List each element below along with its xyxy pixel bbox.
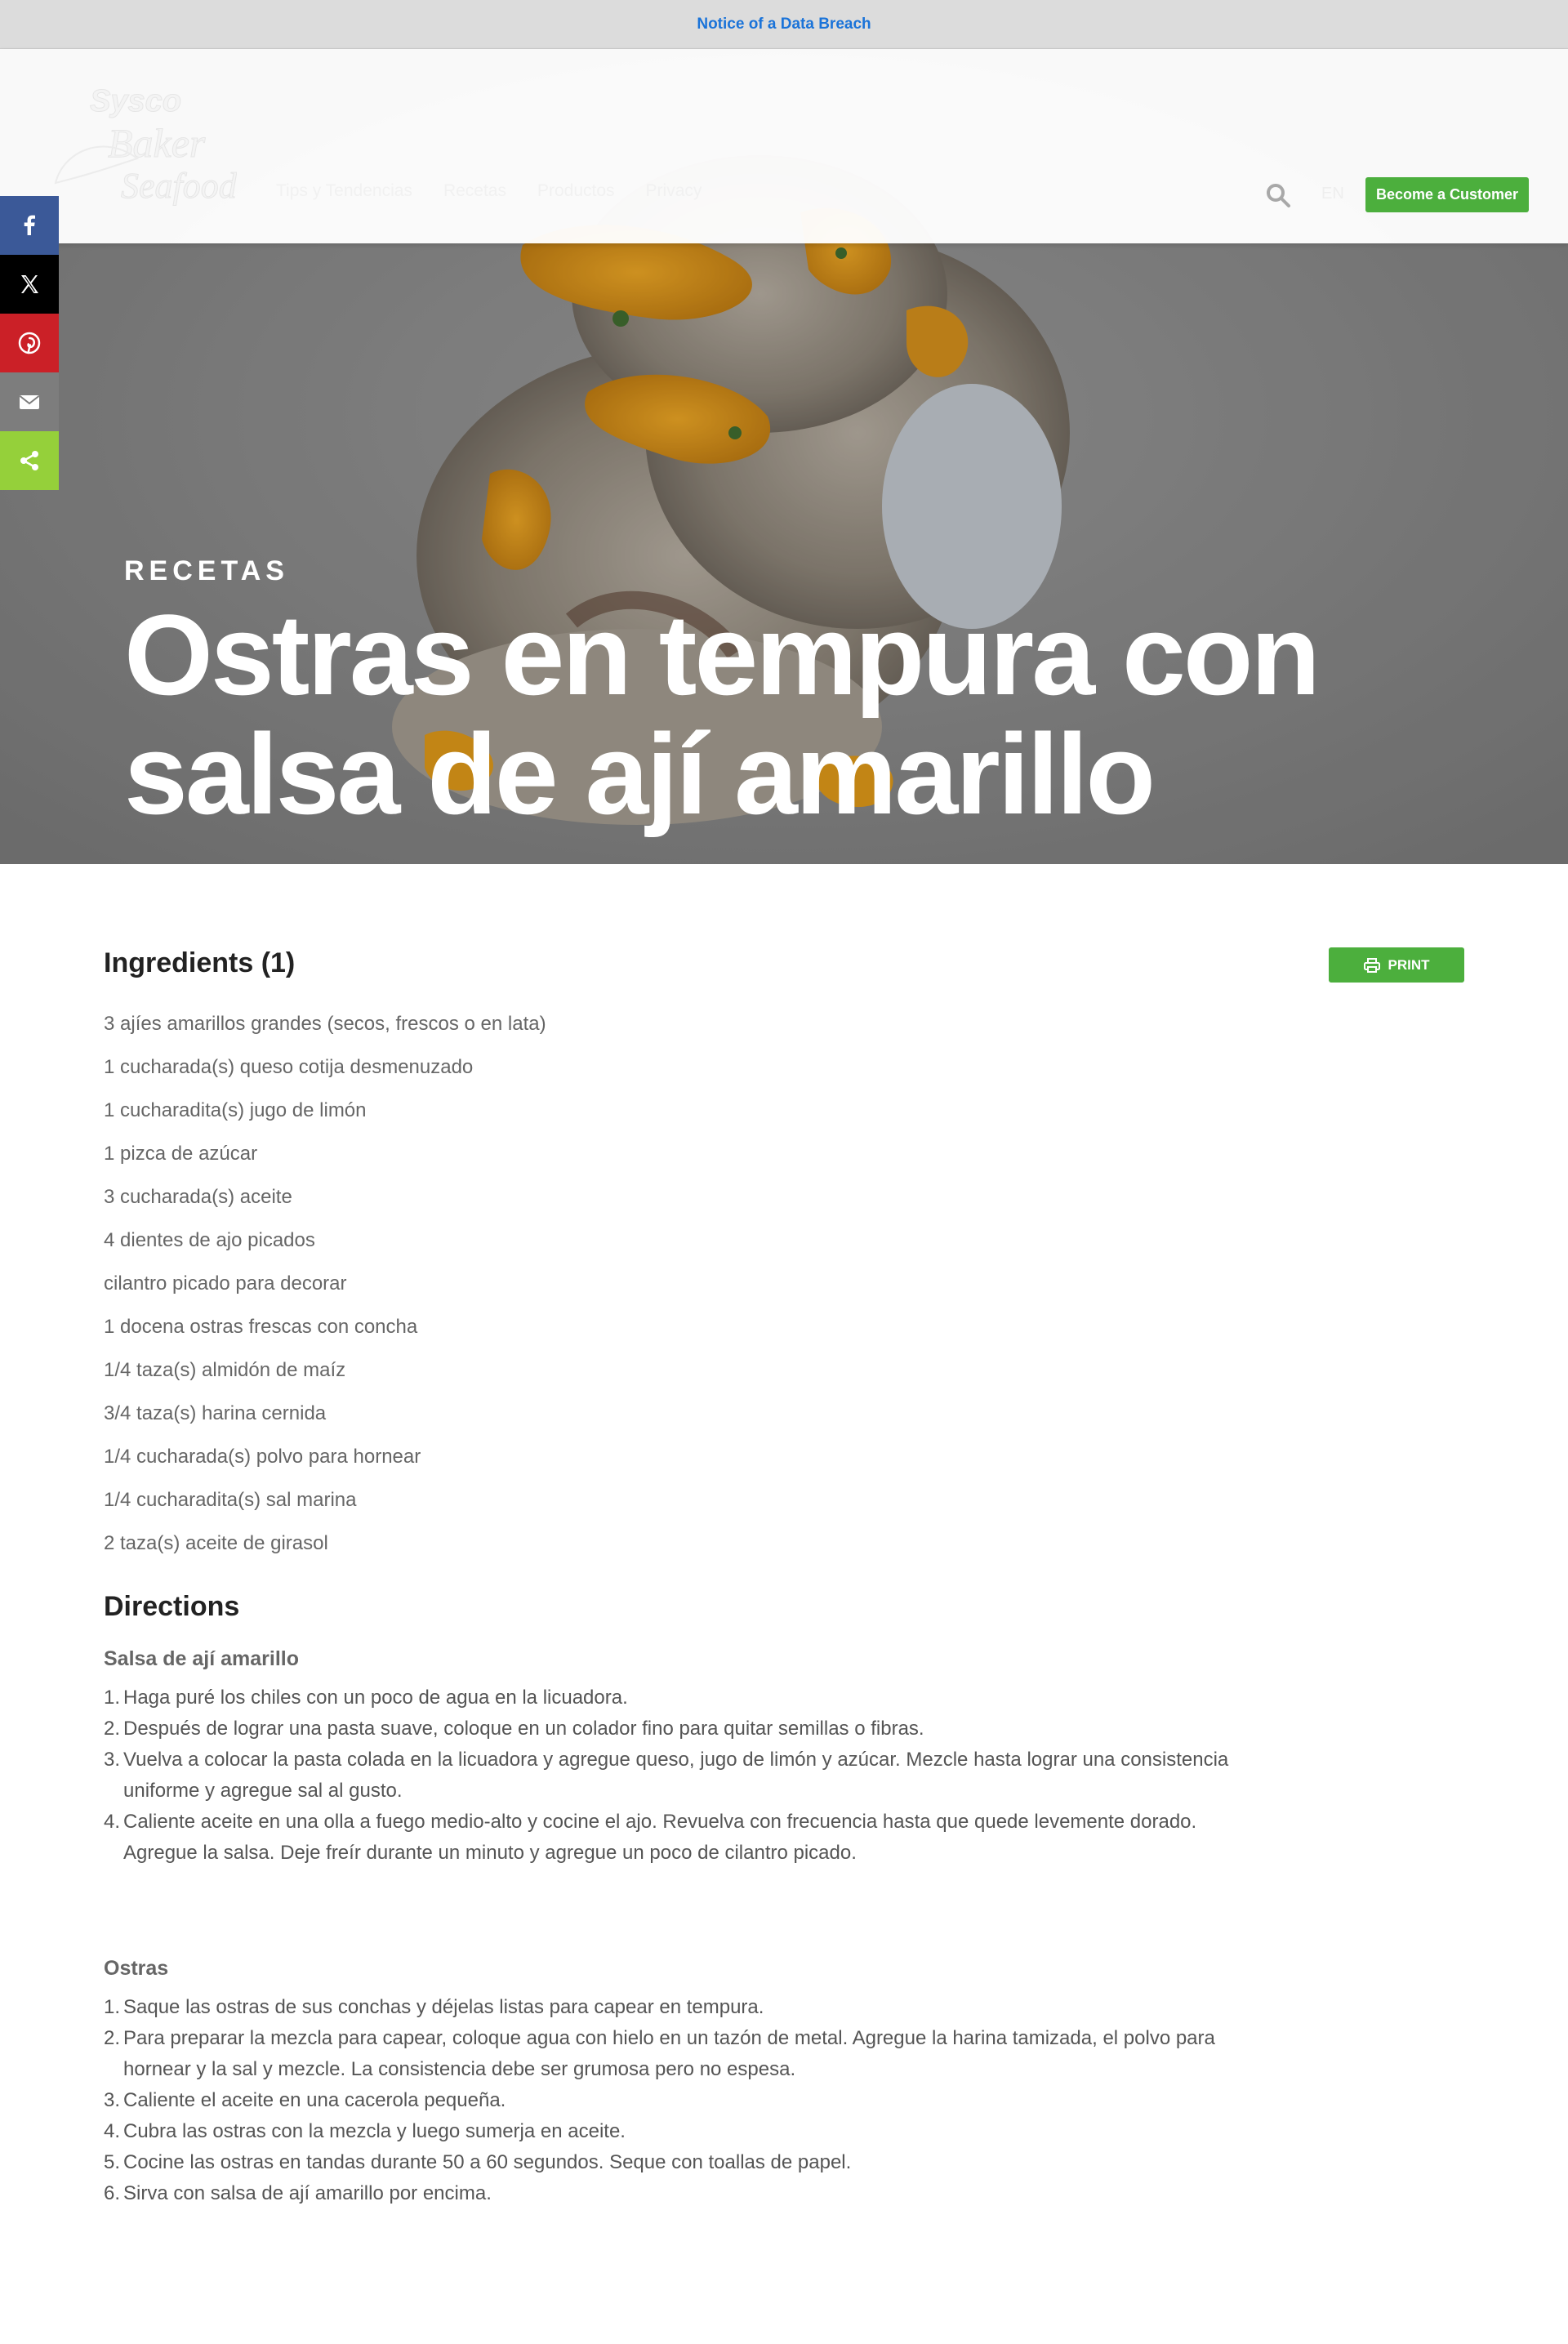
- page-title: Ostras en tempura con salsa de ají amari…: [124, 590, 1321, 838]
- data-breach-notice-bar: Notice of a Data Breach: [0, 0, 1568, 49]
- step-text: Sirva con salsa de ají amarillo por enci…: [123, 2182, 492, 2204]
- step-text: Cubra las ostras con la mezcla y luego s…: [123, 2120, 626, 2142]
- ingredient-item: cilantro picado para decorar: [104, 1272, 347, 1295]
- data-breach-notice-link[interactable]: Notice of a Data Breach: [697, 16, 871, 33]
- step-text: Para preparar la mezcla para capear, col…: [123, 2027, 1215, 2080]
- ingredient-item: 3 cucharada(s) aceite: [104, 1186, 292, 1208]
- hero-text-block: RECETAS Ostras en tempura con salsa de a…: [124, 555, 1472, 834]
- sysco-baker-seafood-logo[interactable]: Sysco Baker Seafood: [47, 85, 237, 207]
- email-share-button[interactable]: [0, 372, 59, 431]
- ingredient-item: 1 pizca de azúcar: [104, 1143, 258, 1165]
- step-item: 3. Caliente el aceite en una cacerola peq…: [104, 2085, 1239, 2116]
- x-share-button[interactable]: [0, 255, 59, 314]
- print-button[interactable]: PRINT: [1329, 947, 1464, 983]
- nav-item-tips[interactable]: Tips y Tendencias: [276, 181, 412, 201]
- print-label: PRINT: [1388, 956, 1430, 973]
- ingredient-item: 1 docena ostras frescas con concha: [104, 1316, 418, 1338]
- email-icon: [19, 395, 40, 409]
- step-text: Después de lograr una pasta suave, coloq…: [123, 1718, 924, 1740]
- section-title-ostras: Ostras: [104, 1957, 169, 1980]
- ingredient-item: 1 cucharada(s) queso cotija desmenuzado: [104, 1056, 474, 1078]
- nav-item-recetas[interactable]: Recetas: [443, 181, 506, 201]
- facebook-share-button[interactable]: [0, 196, 59, 255]
- ingredient-item: 1/4 taza(s) almidón de maíz: [104, 1359, 346, 1381]
- search-icon[interactable]: [1264, 181, 1292, 209]
- ingredient-list: 3 ajíes amarillos grandes (secos, fresco…: [104, 1002, 1492, 1565]
- language-toggle[interactable]: EN: [1321, 185, 1344, 203]
- step-text: Caliente aceite en una olla a fuego medi…: [123, 1811, 1197, 1864]
- share-icon: [20, 451, 38, 470]
- step-item: 5. Cocine las ostras en tandas durante 50…: [104, 2147, 1239, 2178]
- step-text: Haga puré los chiles con un poco de agua…: [123, 1687, 628, 1709]
- step-item: 4. Caliente aceite en una olla a fuego me…: [104, 1807, 1239, 1869]
- step-item: 2. Después de lograr una pasta suave, col…: [104, 1713, 1239, 1745]
- step-text: Saque las ostras de sus conchas y déjela…: [123, 1996, 764, 2018]
- ostras-steps: 1. Saque las ostras de sus conchas y déje…: [104, 1992, 1239, 2209]
- become-customer-button[interactable]: Become a Customer: [1365, 177, 1529, 212]
- ingredient-item: 3/4 taza(s) harina cernida: [104, 1402, 327, 1424]
- step-text: Cocine las ostras en tandas durante 50 a…: [123, 2151, 852, 2173]
- pinterest-icon: [18, 332, 41, 354]
- section-title-salsa: Salsa de ají amarillo: [104, 1647, 300, 1670]
- logo-text-sysco: Sysco: [90, 85, 181, 118]
- site-header: Sysco Baker Seafood Tips y Tendencias Re…: [0, 49, 1568, 243]
- social-share-rail: [0, 196, 59, 490]
- logo-text-seafood: Seafood: [121, 166, 237, 206]
- more-share-button[interactable]: [0, 431, 59, 490]
- hero-category[interactable]: RECETAS: [124, 555, 1472, 587]
- salsa-steps: 1. Haga puré los chiles con un poco de ag…: [104, 1682, 1239, 1869]
- facebook-icon: [24, 215, 35, 235]
- printer-icon: [1363, 957, 1380, 973]
- logo-text-baker: Baker: [108, 120, 206, 166]
- ingredient-item: 3 ajíes amarillos grandes (secos, fresco…: [104, 1013, 546, 1035]
- step-item: 3. Vuelva a colocar la pasta colada en la…: [104, 1745, 1239, 1807]
- step-item: 2. Para preparar la mezcla para capear, c…: [104, 2023, 1239, 2085]
- step-text: Vuelva a colocar la pasta colada en la l…: [123, 1749, 1229, 1802]
- step-item: 6. Sirva con salsa de ají amarillo por en…: [104, 2178, 1239, 2209]
- directions-heading: Directions: [104, 1591, 240, 1622]
- ingredient-item: 1/4 cucharada(s) polvo para hornear: [104, 1446, 421, 1468]
- nav-item-privacy[interactable]: Privacy: [646, 181, 702, 201]
- step-item: 1. Haga puré los chiles con un poco de ag…: [104, 1682, 1239, 1713]
- ingredient-item: 1 cucharadita(s) jugo de limón: [104, 1099, 367, 1121]
- step-text: Caliente el aceite en una cacerola peque…: [123, 2089, 506, 2111]
- nav-item-productos[interactable]: Productos: [537, 181, 615, 201]
- step-item: 4. Cubra las ostras con la mezcla y luego…: [104, 2116, 1239, 2147]
- ingredients-heading: Ingredients (1): [104, 947, 296, 978]
- step-item: 1. Saque las ostras de sus conchas y déje…: [104, 1992, 1239, 2023]
- main-nav: Tips y Tendencias Recetas Productos Priv…: [276, 181, 702, 201]
- pinterest-share-button[interactable]: [0, 314, 59, 372]
- ingredient-item: 2 taza(s) aceite de girasol: [104, 1532, 328, 1554]
- ingredient-item: 1/4 cucharadita(s) sal marina: [104, 1489, 357, 1511]
- recipe-content: Ingredients (1) PRINT 3 ajíes amarillos …: [104, 947, 1492, 2209]
- x-icon: [21, 275, 38, 293]
- ingredient-item: 4 dientes de ajo picados: [104, 1229, 315, 1251]
